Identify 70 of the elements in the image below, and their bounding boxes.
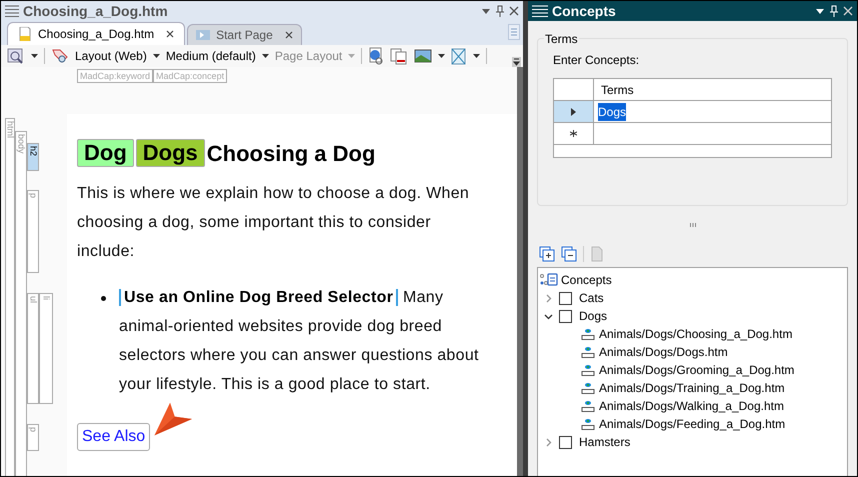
- bullet-icon: [101, 296, 106, 301]
- checkbox[interactable]: [559, 292, 572, 304]
- tree-item[interactable]: Animals/Dogs/Feeding_a_Dog.htm: [599, 415, 786, 433]
- tab[interactable]: Start Page: [187, 24, 302, 45]
- topic-file-icon: [581, 363, 595, 377]
- caret-icon[interactable]: [262, 54, 269, 58]
- keyword-tag: Dogs: [136, 139, 205, 167]
- tree-item[interactable]: Cats: [579, 289, 604, 307]
- close-icon[interactable]: [509, 6, 519, 16]
- page-icon: [196, 28, 210, 42]
- topic-file-icon: [581, 345, 595, 359]
- tree-item[interactable]: Hamsters: [579, 433, 630, 451]
- tree-item[interactable]: Animals/Dogs/Walking_a_Dog.htm: [599, 397, 784, 415]
- tree-item[interactable]: Animals/Dogs/Choosing_a_Dog.htm: [599, 325, 792, 343]
- pages-icon[interactable]: [390, 47, 408, 65]
- chevron-right-icon[interactable]: [544, 294, 553, 302]
- topic-file-icon: [581, 399, 595, 413]
- topic-file-icon: [581, 381, 595, 395]
- collapse-all-icon[interactable]: [561, 246, 577, 262]
- structure-bar[interactable]: h2: [27, 143, 39, 171]
- concept-link[interactable]: Use an Online Dog Breed Selector: [119, 289, 398, 306]
- caret-icon[interactable]: [31, 54, 38, 58]
- scroll-down-icon[interactable]: [512, 57, 521, 67]
- dropdown[interactable]: Medium (default): [166, 47, 269, 65]
- topic-file-icon: [581, 327, 595, 341]
- tree-item[interactable]: Animals/Dogs/Training_a_Dog.htm: [599, 379, 785, 397]
- dropdown[interactable]: Layout (Web): [75, 47, 160, 65]
- keyword-tag: Dog: [77, 139, 134, 167]
- splitter-grip-icon[interactable]: [690, 223, 696, 227]
- panel-title: Concepts: [552, 2, 617, 21]
- chevron-right-icon[interactable]: [544, 438, 553, 446]
- checkbox[interactable]: [559, 436, 572, 448]
- image-icon[interactable]: [414, 48, 432, 64]
- prompt-label: Enter Concepts:: [553, 52, 640, 69]
- tree-item[interactable]: Concepts: [561, 271, 612, 289]
- row-selector[interactable]: [554, 101, 594, 122]
- chevron-down-icon[interactable]: [544, 312, 553, 320]
- current-row-icon: [571, 108, 576, 116]
- new-row-icon: [570, 130, 577, 137]
- globe-page-icon[interactable]: [368, 47, 384, 65]
- document-icon: [18, 27, 32, 41]
- column-header: Terms: [600, 82, 635, 98]
- concepts-icon: [540, 273, 558, 287]
- close-icon[interactable]: [284, 31, 293, 39]
- paragraph: This is where we explain how to choose a dog. When choosing a dog, some important this to consider include:: [77, 184, 470, 262]
- tree-item[interactable]: Dogs: [579, 307, 608, 325]
- dropdown-icon[interactable]: [481, 7, 491, 15]
- topic-file-icon: [581, 417, 595, 431]
- tag-label: MadCap:keyword: [77, 69, 154, 83]
- tree-item[interactable]: Animals/Dogs/Grooming_a_Dog.htm: [599, 361, 794, 379]
- envelope-icon[interactable]: [451, 47, 468, 65]
- tag-label: MadCap:concept: [153, 69, 228, 83]
- checkbox[interactable]: [559, 310, 572, 322]
- cell-text[interactable]: Dogs: [598, 102, 626, 120]
- heading: Choosing a Dog: [206, 140, 376, 168]
- preview-icon[interactable]: [7, 48, 25, 64]
- pin-icon[interactable]: [495, 5, 505, 17]
- expand-all-icon[interactable]: [539, 246, 555, 262]
- caret-icon[interactable]: [152, 54, 160, 58]
- tree-item[interactable]: Animals/Dogs/Dogs.htm: [599, 343, 728, 361]
- menu-icon[interactable]: [5, 5, 19, 17]
- close-icon[interactable]: [166, 30, 174, 38]
- caret-icon[interactable]: [473, 54, 480, 58]
- list-text: Use an Online Dog Breed Selector Many animal-oriented websites provide dog breed selectors where you can answer questions about your lifestyle. This is a good place to start.: [119, 288, 480, 395]
- tag-icon[interactable]: [51, 47, 69, 65]
- tab[interactable]: Choosing_a_Dog.htm: [7, 22, 186, 45]
- caret-icon[interactable]: [438, 54, 446, 58]
- see-also-button[interactable]: See Also: [77, 423, 150, 451]
- window-title: Choosing_a_Dog.htm: [23, 2, 169, 21]
- dropdown-icon[interactable]: [815, 7, 825, 15]
